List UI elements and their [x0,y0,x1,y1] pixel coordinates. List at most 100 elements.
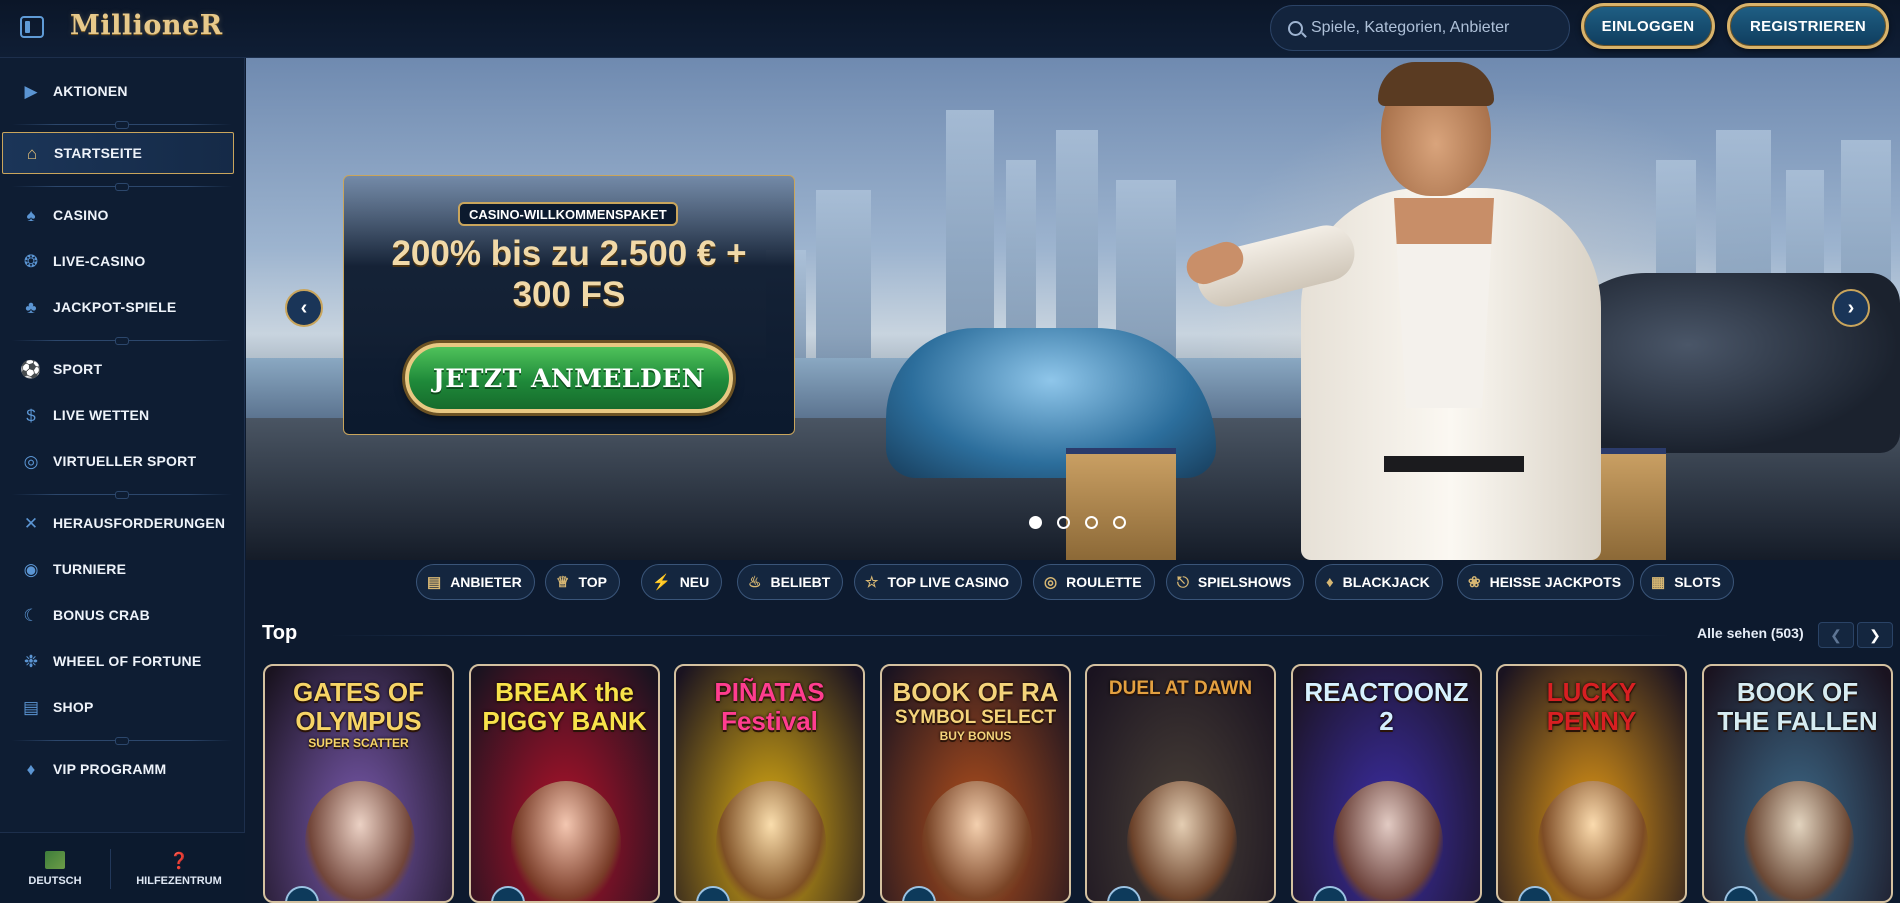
slide-dot[interactable] [1057,516,1070,529]
search-input[interactable] [1311,6,1561,50]
sidebar-item-live-casino[interactable]: ❂ LIVE-CASINO [0,240,245,282]
signup-now-button[interactable]: JETZT ANMELDEN [405,343,733,413]
sidebar-item-shop[interactable]: ▤ SHOP [0,686,245,728]
game-title-line: SYMBOL SELECT [894,707,1057,728]
sidebar-item-live-wetten[interactable]: $ LIVE WETTEN [0,394,245,436]
category-spielshows[interactable]: ⎋ SPIELSHOWS [1166,564,1305,600]
category-label: TOP [578,574,607,590]
slide-dot[interactable] [1029,516,1042,529]
game-card[interactable]: LUCKY PENNY [1496,664,1687,903]
category-beliebt[interactable]: ♨ BELIEBT [737,564,844,600]
language-label: DEUTSCH [28,874,82,887]
sidebar-item-aktionen[interactable]: ▶ AKTIONEN [0,70,245,112]
sidebar-divider [12,337,232,345]
sidebar-item-herausforderungen[interactable]: ✕ HERAUSFORDERUNGEN [0,502,245,544]
sidebar-item-label: VIRTUELLER SPORT [53,453,197,469]
chevron-right-icon: › [1847,296,1855,319]
clover-icon: ♣ [25,297,37,317]
search-bar[interactable] [1270,5,1570,51]
sidebar-item-jackpot-spiele[interactable]: ♣ JACKPOT-SPIELE [0,286,245,328]
category-slots[interactable]: ▦ SLOTS [1640,564,1734,600]
game-character-art [922,781,1032,901]
category-heisse-jackpots[interactable]: ❀ HEISSE JACKPOTS [1457,564,1635,600]
promo-tag: CASINO-WILLKOMMENSPAKET [458,202,678,226]
sidebar-item-label: STARTSEITE [54,145,143,161]
category-label: BLACKJACK [1342,574,1430,590]
games-prev-button[interactable]: ❮ [1818,622,1854,648]
game-title-art: BOOK OF RA SYMBOL SELECT BUY BONUS [882,676,1069,742]
register-button[interactable]: REGISTRIEREN [1727,3,1889,49]
help-icon: ❓ [169,852,189,870]
sidebar-toggle-icon[interactable] [20,16,44,38]
category-top-live-casino[interactable]: ☆ TOP LIVE CASINO [854,564,1023,600]
sidebar-item-bonus-crab[interactable]: ☾ BONUS CRAB [0,594,245,636]
hero-prev-button[interactable]: ‹ [285,289,323,327]
game-character-art [1333,781,1443,901]
game-card[interactable]: REACTOONZ 2 [1291,664,1482,903]
chevron-right-icon: ❯ [1869,626,1881,643]
promo-title-line1: 200% bis zu 2.500 € + [391,234,747,273]
sidebar-item-sport[interactable]: ⚽ SPORT [0,348,245,390]
sidebar-item-startseite[interactable]: ⌂ STARTSEITE [2,132,234,174]
category-top[interactable]: ♕ TOP [545,564,620,600]
hero-next-button[interactable]: › [1832,289,1870,327]
promo-title: 200% bis zu 2.500 € + 300 FS [343,233,795,315]
promo-title-line2: 300 FS [512,275,626,314]
category-label: TOP LIVE CASINO [887,574,1010,590]
sidebar-item-virtueller-sport[interactable]: ◎ VIRTUELLER SPORT [0,440,245,482]
language-selector[interactable]: DEUTSCH [0,833,110,903]
category-anbieter[interactable]: ▤ ANBIETER [416,564,535,600]
dollar-coin-icon: $ [26,405,36,425]
sidebar-item-turniere[interactable]: ◉ TURNIERE [0,548,245,590]
sidebar-item-label: LIVE WETTEN [53,407,150,423]
slide-dot[interactable] [1085,516,1098,529]
game-title-line: OLYMPUS [295,706,422,736]
game-card[interactable]: DUEL AT DAWN [1085,664,1276,903]
spade-icon: ♠ [26,205,36,225]
game-card[interactable]: BOOK OF THE FALLEN [1702,664,1893,903]
game-title-line: THE FALLEN [1717,706,1878,736]
chevron-left-icon: ‹ [300,296,308,319]
medal-icon: ◉ [23,559,39,579]
slide-dot[interactable] [1113,516,1126,529]
category-neu[interactable]: ⚡ NEU [641,564,723,600]
category-roulette[interactable]: ◎ ROULETTE [1033,564,1155,600]
game-character-art [1744,781,1854,901]
see-all-link[interactable]: Alle sehen (503) [1697,625,1804,641]
game-card[interactable]: BREAK the PIGGY BANK [469,664,660,903]
sidebar-item-wheel-of-fortune[interactable]: ❉ WHEEL OF FORTUNE [0,640,245,682]
slot-machine-icon: ▦ [1651,573,1666,591]
sidebar-footer: DEUTSCH ❓ HILFEZENTRUM [0,832,245,903]
sidebar-item-label: VIP PROGRAMM [53,761,167,777]
game-title-line: PIGGY BANK [482,706,647,736]
game-title-art: DUEL AT DAWN [1087,676,1274,698]
sidebar-divider [12,183,232,191]
sidebar-divider [12,491,232,499]
category-label: BELIEBT [770,574,831,590]
game-title-line: SUPER SCATTER [308,736,409,750]
book-icon: ▤ [427,573,442,591]
section-divider [330,635,1670,636]
game-card[interactable]: PIÑATAS Festival [674,664,865,903]
help-center-link[interactable]: ❓ HILFEZENTRUM [124,833,234,903]
model-hair [1378,62,1494,106]
lightning-icon: ⚡ [652,573,671,591]
sidebar-item-casino[interactable]: ♠ CASINO [0,194,245,236]
sidebar-item-label: SHOP [53,699,94,715]
sidebar-item-label: JACKPOT-SPIELE [53,299,177,315]
sidebar-item-vip-programm[interactable]: ♦ VIP PROGRAMM [0,748,245,790]
game-title-art: PIÑATAS Festival [676,676,863,734]
skyline-building [816,190,871,370]
game-card[interactable]: BOOK OF RA SYMBOL SELECT BUY BONUS [880,664,1071,903]
login-button[interactable]: EINLOGGEN [1581,3,1715,49]
wheel-icon: ❉ [23,651,39,671]
games-next-button[interactable]: ❯ [1857,622,1893,648]
category-blackjack[interactable]: ♦ BLACKJACK [1315,564,1443,600]
football-icon: ⚽ [20,359,42,379]
game-title-art: BOOK OF THE FALLEN [1704,676,1891,734]
sidebar-item-label: AKTIONEN [53,83,128,99]
category-label: SPIELSHOWS [1197,574,1292,590]
game-card[interactable]: GATES OF OLYMPUS SUPER SCATTER [263,664,454,903]
game-title-line: PENNY [1546,706,1637,736]
millioner-logo[interactable]: MillioneR [70,10,223,46]
